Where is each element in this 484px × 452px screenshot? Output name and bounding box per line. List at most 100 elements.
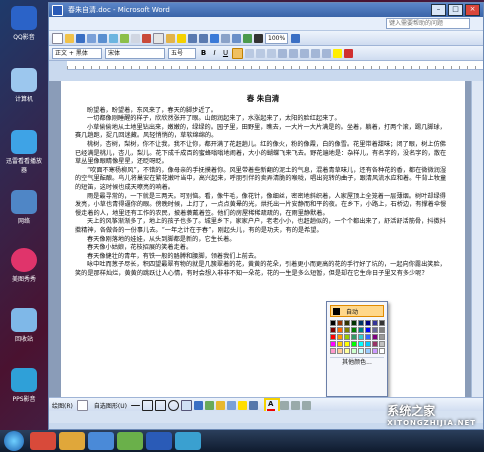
- wordart-icon[interactable]: [193, 400, 203, 410]
- color-swatch[interactable]: [337, 341, 343, 347]
- style-select[interactable]: 正文 + 黑体: [52, 47, 102, 59]
- taskbar-media-icon[interactable]: [88, 432, 114, 450]
- minimize-button[interactable]: –: [431, 4, 446, 16]
- diagram-icon[interactable]: [204, 400, 214, 410]
- color-swatch[interactable]: [337, 348, 343, 354]
- desktop-icon-xunlei[interactable]: 迅雷看看播放器: [4, 130, 44, 174]
- arrow-style-icon[interactable]: [301, 400, 311, 410]
- research-icon[interactable]: [131, 33, 140, 43]
- undo-icon[interactable]: [188, 33, 197, 43]
- rectangle-icon[interactable]: [154, 399, 166, 411]
- color-swatch[interactable]: [330, 348, 336, 354]
- taskbar-app2-icon[interactable]: [175, 432, 201, 450]
- color-swatch[interactable]: [372, 327, 378, 333]
- select-objects-icon[interactable]: [76, 399, 88, 411]
- align-center-icon[interactable]: [245, 48, 254, 58]
- line-style-icon[interactable]: [279, 400, 289, 410]
- color-swatch[interactable]: [358, 341, 364, 347]
- permission-icon[interactable]: [87, 33, 96, 43]
- align-right-icon[interactable]: [256, 48, 265, 58]
- color-swatch[interactable]: [372, 320, 378, 326]
- print-icon[interactable]: [98, 33, 107, 43]
- save-icon[interactable]: [76, 33, 85, 43]
- document-body[interactable]: 春 朱自清 盼望着，盼望着，东风来了，春天的脚步近了。 一切都像刚睡醒的样子，欣…: [75, 94, 451, 278]
- taskbar-app-icon[interactable]: [117, 432, 143, 450]
- start-button[interactable]: [4, 431, 24, 451]
- show-hide-icon[interactable]: [254, 33, 263, 43]
- color-swatch[interactable]: [365, 320, 371, 326]
- color-swatch[interactable]: [365, 327, 371, 333]
- color-swatch[interactable]: [358, 348, 364, 354]
- font-select[interactable]: 宋体: [105, 47, 165, 59]
- zoom-select[interactable]: 100%: [265, 32, 289, 44]
- color-swatch[interactable]: [379, 320, 385, 326]
- increase-indent-icon[interactable]: [322, 48, 331, 58]
- dash-style-icon[interactable]: [290, 400, 300, 410]
- paste-icon[interactable]: [166, 33, 175, 43]
- color-swatch[interactable]: [358, 327, 364, 333]
- color-swatch[interactable]: [330, 320, 336, 326]
- desktop-icon-meitu[interactable]: 美图秀秀: [4, 248, 44, 283]
- oval-icon[interactable]: [167, 399, 179, 411]
- fill-color-icon[interactable]: [237, 400, 247, 410]
- columns-icon[interactable]: [232, 33, 241, 43]
- color-swatch[interactable]: [330, 334, 336, 340]
- taskbar-ie-icon[interactable]: [30, 432, 56, 450]
- spelling-icon[interactable]: [120, 33, 129, 43]
- color-swatch[interactable]: [379, 341, 385, 347]
- cut-icon[interactable]: [142, 33, 151, 43]
- color-swatch[interactable]: [372, 348, 378, 354]
- color-swatch[interactable]: [358, 320, 364, 326]
- bullets-icon[interactable]: [300, 48, 309, 58]
- color-swatch[interactable]: [358, 334, 364, 340]
- color-swatch[interactable]: [379, 348, 385, 354]
- color-swatch[interactable]: [351, 348, 357, 354]
- textbox-icon[interactable]: [180, 399, 192, 411]
- color-swatch[interactable]: [351, 341, 357, 347]
- desktop-icon-recycle-bin[interactable]: 回收站: [4, 308, 44, 343]
- color-swatch[interactable]: [379, 327, 385, 333]
- decrease-indent-icon[interactable]: [311, 48, 320, 58]
- color-swatch[interactable]: [337, 334, 343, 340]
- auto-color-option[interactable]: 自动: [330, 305, 384, 317]
- clipart-icon[interactable]: [215, 400, 225, 410]
- color-swatch[interactable]: [337, 320, 343, 326]
- new-document-icon[interactable]: [52, 32, 63, 44]
- help-search-input[interactable]: 键入需要帮助的问题: [386, 18, 470, 29]
- table-icon[interactable]: [221, 33, 230, 43]
- desktop-icon-qq-player[interactable]: QQ影音: [4, 6, 44, 41]
- underline-button[interactable]: U: [221, 49, 230, 58]
- redo-icon[interactable]: [199, 33, 208, 43]
- arrow-icon[interactable]: [141, 399, 153, 411]
- line-color-icon[interactable]: [248, 400, 258, 410]
- line-spacing-icon[interactable]: [278, 48, 287, 58]
- color-swatch[interactable]: [365, 334, 371, 340]
- vertical-scrollbar[interactable]: [471, 81, 483, 397]
- open-folder-icon[interactable]: [65, 33, 74, 43]
- format-painter-icon[interactable]: [177, 33, 186, 43]
- print-preview-icon[interactable]: [109, 33, 118, 43]
- color-swatch[interactable]: [344, 348, 350, 354]
- help-icon[interactable]: [291, 33, 301, 43]
- draw-menu[interactable]: 绘图(R): [52, 401, 73, 410]
- autoshapes-menu[interactable]: 自选图形(U): [94, 401, 127, 410]
- highlight-icon[interactable]: [333, 48, 342, 58]
- desktop-icon-computer[interactable]: 计算机: [4, 68, 44, 103]
- align-left-icon[interactable]: [232, 47, 243, 59]
- italic-button[interactable]: I: [210, 49, 219, 58]
- color-swatch[interactable]: [344, 320, 350, 326]
- color-swatch[interactable]: [351, 327, 357, 333]
- color-swatch[interactable]: [365, 348, 371, 354]
- justify-icon[interactable]: [267, 48, 276, 58]
- size-select[interactable]: 五号: [168, 47, 196, 59]
- color-swatch[interactable]: [330, 327, 336, 333]
- color-swatch[interactable]: [372, 334, 378, 340]
- color-swatch[interactable]: [351, 320, 357, 326]
- desktop-icon-network[interactable]: 网络: [4, 190, 44, 225]
- picture-icon[interactable]: [226, 400, 236, 410]
- taskbar-word-icon[interactable]: [146, 432, 172, 450]
- color-swatch[interactable]: [372, 341, 378, 347]
- horizontal-ruler[interactable]: [67, 61, 483, 70]
- more-colors-option[interactable]: 其他颜色...: [330, 357, 384, 367]
- color-swatch[interactable]: [365, 341, 371, 347]
